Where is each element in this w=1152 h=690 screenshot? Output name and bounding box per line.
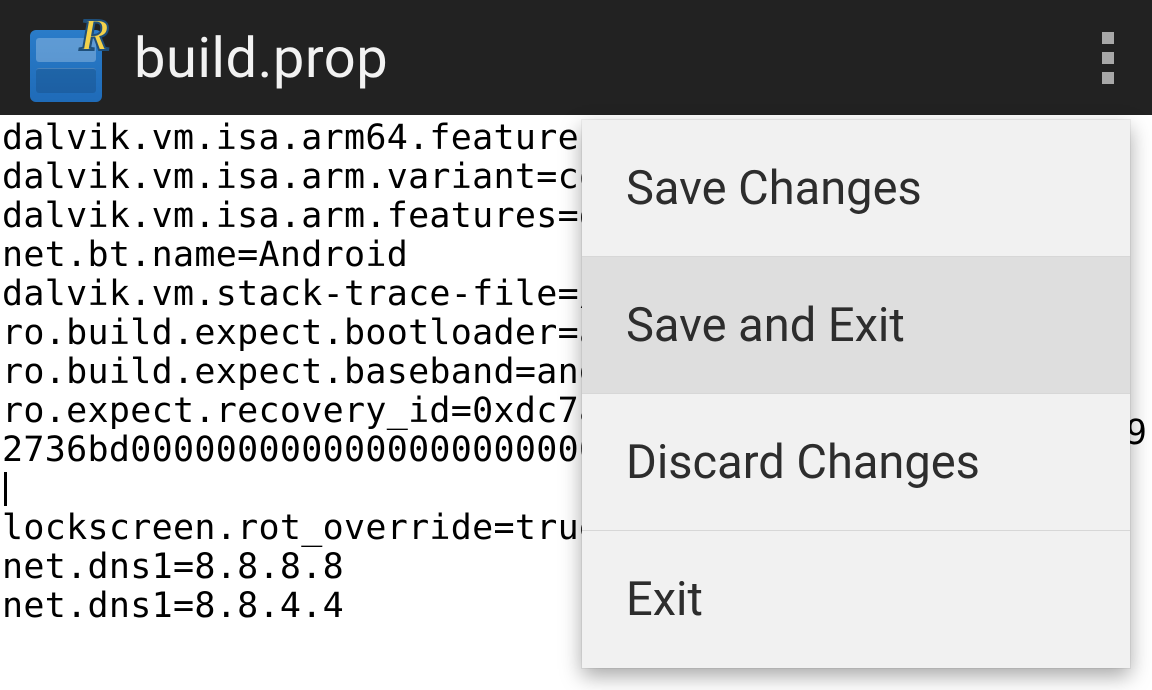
overflow-menu-button[interactable] xyxy=(1088,28,1128,88)
menu-item-label: Save and Exit xyxy=(626,298,905,353)
action-bar: R build.prop xyxy=(0,0,1152,115)
overflow-dot-icon xyxy=(1102,32,1114,44)
app-icon: R xyxy=(30,14,104,102)
overflow-dot-icon xyxy=(1102,52,1114,64)
menu-item-label: Exit xyxy=(626,572,703,627)
menu-item-label: Save Changes xyxy=(626,161,922,216)
page-title: build.prop xyxy=(134,25,388,91)
menu-item-save-changes[interactable]: Save Changes xyxy=(582,120,1130,257)
menu-item-discard-changes[interactable]: Discard Changes xyxy=(582,394,1130,531)
menu-item-exit[interactable]: Exit xyxy=(582,531,1130,668)
overflow-dot-icon xyxy=(1102,72,1114,84)
overflow-popup-menu: Save Changes Save and Exit Discard Chang… xyxy=(582,120,1130,668)
menu-item-label: Discard Changes xyxy=(626,435,980,490)
menu-item-save-and-exit[interactable]: Save and Exit xyxy=(582,257,1130,394)
